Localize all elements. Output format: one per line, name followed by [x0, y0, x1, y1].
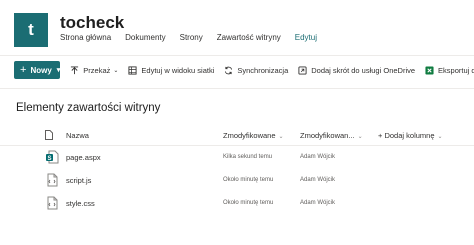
grid-icon: [128, 65, 137, 75]
page-title: Elementy zawartości witryny: [16, 102, 161, 114]
column-header-modified-by[interactable]: Zmodyfikowan... ⌄: [300, 131, 363, 140]
js-file-icon: [45, 173, 59, 189]
site-header: t tocheck Strona główna Dokumenty Strony…: [0, 0, 474, 55]
file-name-link[interactable]: style.css: [66, 199, 95, 208]
file-name-link[interactable]: page.aspx: [66, 153, 101, 162]
modified-by-cell[interactable]: Adam Wójcik: [300, 154, 335, 160]
transfer-button[interactable]: Przekaż ⌄: [70, 66, 118, 75]
svg-text:S: S: [47, 156, 51, 162]
css-file-icon: [45, 196, 59, 212]
table-row[interactable]: style.css Około minutę temu Adam Wójcik: [0, 193, 474, 215]
aspx-file-icon: S: [45, 150, 59, 166]
new-button[interactable]: + Nowy ▾: [14, 61, 61, 79]
nav-edit-link[interactable]: Edytuj: [295, 33, 317, 42]
grid-edit-button[interactable]: Edytuj w widoku siatki: [128, 66, 214, 75]
table-row[interactable]: script.js Około minutę temu Adam Wójcik: [0, 170, 474, 192]
modified-cell: Około minutę temu: [223, 177, 274, 183]
export-label: Eksportuj do: [438, 65, 474, 75]
command-bar: + Nowy ▾ Przekaż ⌄ Edytuj w widoku siatk…: [0, 58, 474, 82]
site-nav: Strona główna Dokumenty Strony Zawartość…: [60, 33, 331, 42]
sync-icon: [225, 66, 233, 74]
new-button-label: Nowy: [30, 65, 52, 75]
file-type-header-icon[interactable]: [45, 130, 53, 142]
modified-by-cell[interactable]: Adam Wójcik: [300, 177, 335, 183]
transfer-icon: [71, 65, 79, 74]
chevron-down-icon: ⌄: [437, 134, 443, 140]
column-header-name[interactable]: Nazwa: [66, 131, 89, 140]
add-column-label: + Dodaj kolumnę: [378, 131, 435, 140]
chevron-down-icon: ▾: [56, 67, 61, 74]
header-divider: [0, 55, 474, 56]
nav-link-pages[interactable]: Strony: [180, 33, 203, 42]
sync-label: Synchronizacja: [237, 65, 289, 75]
chevron-down-icon: ⌄: [113, 67, 119, 74]
grid-edit-label: Edytuj w widoku siatki: [141, 65, 215, 75]
column-header-modified[interactable]: Zmodyfikowane ⌄: [223, 131, 284, 140]
add-column-button[interactable]: + Dodaj kolumnę ⌄: [378, 131, 443, 140]
excel-icon: [425, 65, 434, 75]
nav-link-home[interactable]: Strona główna: [60, 33, 111, 42]
modified-cell: Kilka sekund temu: [223, 154, 273, 160]
transfer-label: Przekaż: [83, 65, 111, 75]
chevron-down-icon: ⌄: [278, 134, 284, 140]
export-button[interactable]: Eksportuj do: [425, 66, 474, 75]
nav-link-site-contents[interactable]: Zawartość witryny: [217, 33, 281, 42]
add-shortcut-label: Dodaj skrót do usługi OneDrive: [311, 65, 416, 75]
file-name-link[interactable]: script.js: [66, 176, 91, 185]
sync-button[interactable]: Synchronizacja: [224, 66, 288, 75]
plus-icon: +: [20, 64, 27, 76]
add-shortcut-button[interactable]: Dodaj skrót do usługi OneDrive: [298, 66, 415, 75]
chevron-down-icon: ⌄: [357, 134, 363, 140]
table-row[interactable]: S page.aspx Kilka sekund temu Adam Wójci…: [0, 147, 474, 169]
shortcut-icon: [298, 65, 307, 75]
column-header-modified-label: Zmodyfikowane: [223, 131, 276, 140]
column-header-modified-by-label: Zmodyfikowan...: [300, 131, 355, 140]
site-title[interactable]: tocheck: [60, 13, 124, 33]
command-bar-divider: [0, 88, 474, 89]
modified-by-cell[interactable]: Adam Wójcik: [300, 200, 335, 206]
nav-link-documents[interactable]: Dokumenty: [125, 33, 165, 42]
modified-cell: Około minutę temu: [223, 200, 274, 206]
site-logo[interactable]: t: [14, 13, 48, 47]
list-header: Nazwa Zmodyfikowane ⌄ Zmodyfikowan... ⌄ + …: [0, 124, 474, 146]
